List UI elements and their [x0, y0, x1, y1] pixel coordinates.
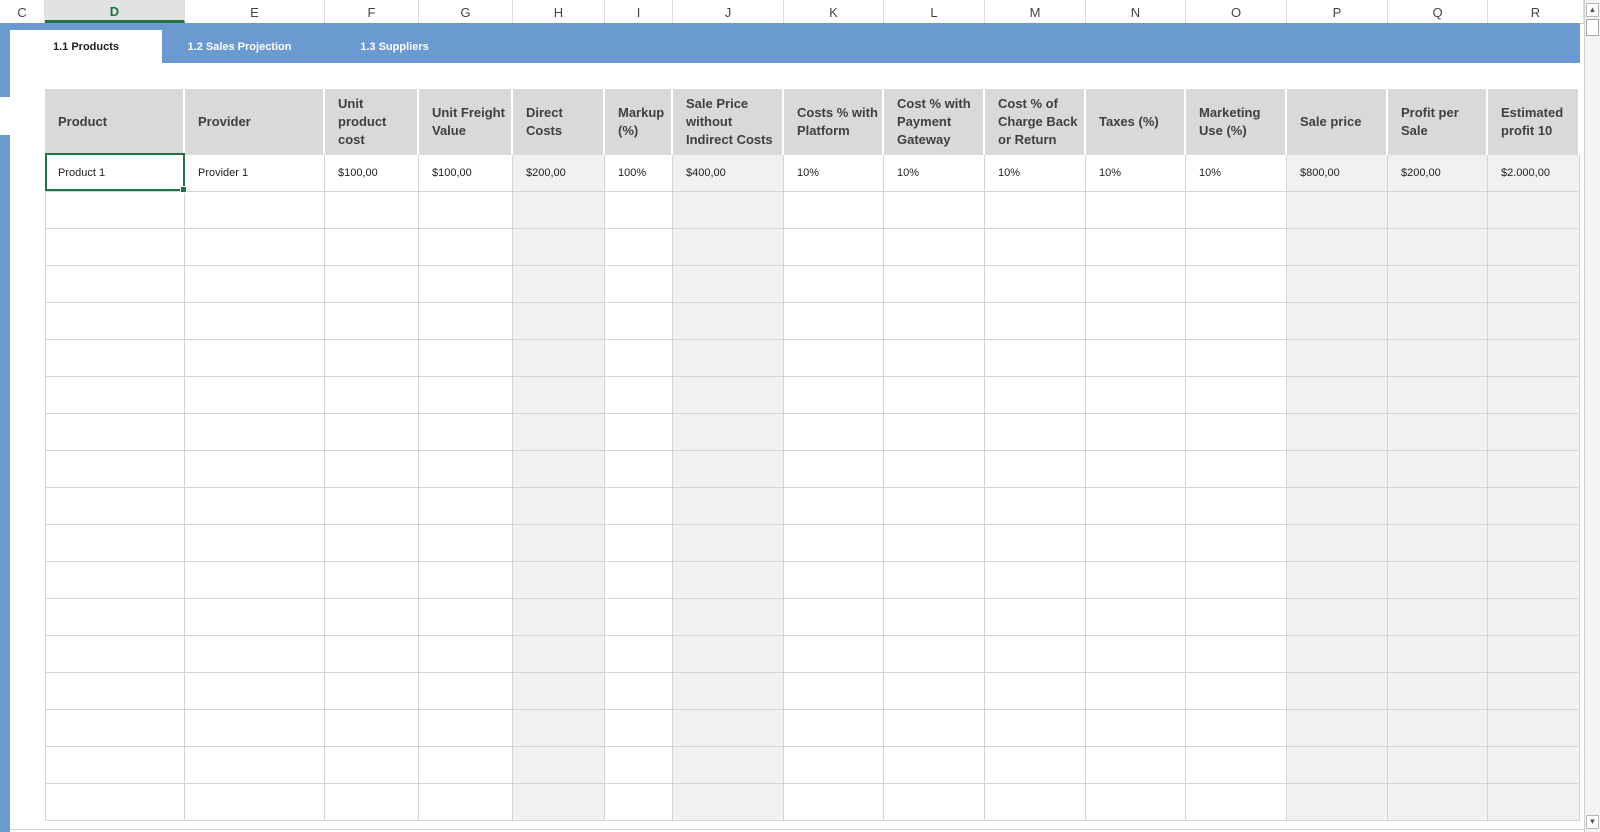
table-row-empty[interactable]: [45, 414, 1580, 450]
table-row-empty[interactable]: [45, 266, 1580, 302]
header-sale-price: Sale price: [1287, 89, 1386, 155]
column-letter-c[interactable]: C: [0, 0, 45, 23]
column-letter-o[interactable]: O: [1186, 0, 1287, 23]
cell-taxes[interactable]: 10%: [1086, 155, 1185, 192]
tab-suppliers[interactable]: 1.3 Suppliers: [317, 30, 472, 63]
table-row-empty[interactable]: [45, 525, 1580, 561]
cell-profit-per-sale[interactable]: $200,00: [1388, 155, 1487, 192]
table-row-empty[interactable]: [45, 451, 1580, 487]
cell-markup[interactable]: 100%: [605, 155, 672, 192]
grid-bottom-border: [10, 829, 1584, 830]
table-row-empty[interactable]: [45, 488, 1580, 524]
header-estimated-profit-10: Estimated profit 10: [1488, 89, 1578, 155]
table-row-empty[interactable]: [45, 303, 1580, 339]
table-row-empty[interactable]: [45, 747, 1580, 783]
header-unit-freight-value: Unit Freight Value: [419, 89, 511, 155]
cell-unit-product-cost[interactable]: $100,00: [325, 155, 418, 192]
header-provider: Provider: [185, 89, 323, 155]
table-row-empty[interactable]: [45, 192, 1580, 228]
column-letter-n[interactable]: N: [1086, 0, 1186, 23]
table-row-empty[interactable]: [45, 784, 1580, 820]
cell-estimated-profit-10[interactable]: $2.000,00: [1488, 155, 1579, 192]
header-unit-product-cost: Unit product cost: [325, 89, 417, 155]
tab-band: 1.1 Products 1.2 Sales Projection 1.3 Su…: [10, 23, 1580, 63]
column-letter-q[interactable]: Q: [1388, 0, 1488, 23]
table-row-empty[interactable]: [45, 636, 1580, 672]
column-letter-h[interactable]: H: [513, 0, 605, 23]
column-letter-m[interactable]: M: [985, 0, 1086, 23]
left-frame-strip: [0, 23, 10, 832]
cell-direct-costs[interactable]: $200,00: [513, 155, 604, 192]
tab-products[interactable]: 1.1 Products: [10, 30, 162, 63]
table-row-empty[interactable]: [45, 340, 1580, 376]
products-table: Product Provider Unit product cost Unit Fre…: [45, 89, 1580, 832]
cell-provider[interactable]: Provider 1: [185, 155, 324, 192]
cell-sale-price-without-indirect-costs[interactable]: $400,00: [673, 155, 783, 192]
table-row-empty[interactable]: [45, 562, 1580, 598]
column-letter-l[interactable]: L: [884, 0, 985, 23]
header-cost-of-charge-back-or-return: Cost % of Charge Back or Return: [985, 89, 1084, 155]
table-row-empty[interactable]: [45, 229, 1580, 265]
column-letter-j[interactable]: J: [673, 0, 784, 23]
column-letter-d[interactable]: D: [45, 0, 185, 23]
cell-costs-with-platform[interactable]: 10%: [784, 155, 883, 192]
header-markup: Markup (%): [605, 89, 671, 155]
left-frame-notch: [0, 97, 10, 135]
vertical-scrollbar[interactable]: ▲ ▼: [1584, 0, 1600, 832]
table-row-empty[interactable]: [45, 377, 1580, 413]
column-header-bar: CDEFGHIJKLMNOPQR: [0, 0, 1584, 24]
header-profit-per-sale: Profit per Sale: [1388, 89, 1486, 155]
header-cost-with-payment-gateway: Cost % with Payment Gateway: [884, 89, 983, 155]
column-letter-r[interactable]: R: [1488, 0, 1584, 23]
header-taxes: Taxes (%): [1086, 89, 1184, 155]
column-letter-p[interactable]: P: [1287, 0, 1388, 23]
scroll-down-icon[interactable]: ▼: [1586, 815, 1599, 829]
header-product: Product: [45, 89, 183, 155]
selected-cell-outline: [45, 153, 187, 193]
column-letter-k[interactable]: K: [784, 0, 884, 23]
header-marketing-use: Marketing Use (%): [1186, 89, 1285, 155]
column-letter-g[interactable]: G: [419, 0, 513, 23]
table-row-empty[interactable]: [45, 599, 1580, 635]
column-letter-i[interactable]: I: [605, 0, 673, 23]
tab-sales-projection[interactable]: 1.2 Sales Projection: [162, 30, 317, 63]
table-row-empty[interactable]: [45, 710, 1580, 746]
cell-sale-price[interactable]: $800,00: [1287, 155, 1387, 192]
cell-cost-of-charge-back-or-return[interactable]: 10%: [985, 155, 1085, 192]
table-row-empty[interactable]: [45, 673, 1580, 709]
scroll-thumb[interactable]: [1586, 19, 1599, 36]
cell-marketing-use[interactable]: 10%: [1186, 155, 1286, 192]
header-direct-costs: Direct Costs: [513, 89, 603, 155]
column-letter-e[interactable]: E: [185, 0, 325, 23]
cell-cost-with-payment-gateway[interactable]: 10%: [884, 155, 984, 192]
cell-unit-freight-value[interactable]: $100,00: [419, 155, 512, 192]
fill-handle[interactable]: [180, 186, 187, 193]
header-sale-price-without-indirect-costs: Sale Price without Indirect Costs: [673, 89, 782, 155]
column-letter-f[interactable]: F: [325, 0, 419, 23]
header-costs-with-platform: Costs % with Platform: [784, 89, 882, 155]
grid-hline: [45, 820, 1580, 821]
scroll-up-icon[interactable]: ▲: [1586, 3, 1599, 17]
